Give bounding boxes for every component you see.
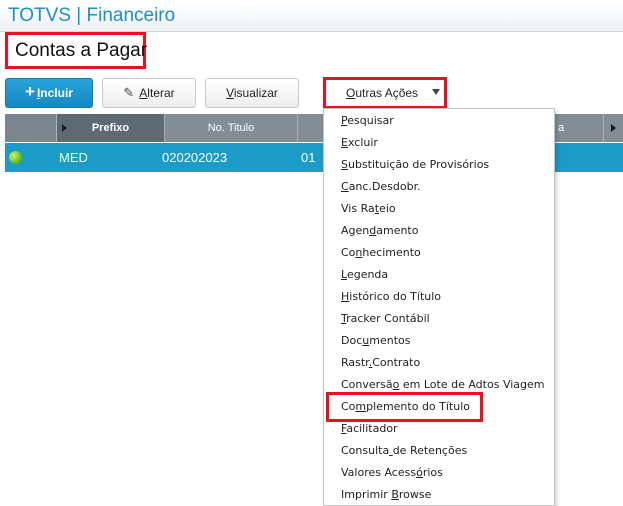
complemento-highlight [326, 392, 483, 422]
menu-item-documentos[interactable]: Documentos [341, 334, 410, 347]
cell-parcela: 01 [301, 150, 316, 165]
menu-item-vis-rateio[interactable]: Vis Rateio [341, 202, 396, 215]
page-title: Contas a Pagar [15, 40, 148, 61]
outras-acoes-button[interactable]: Outras Ações [328, 82, 442, 104]
menu-item-canc-desdobr[interactable]: Canc.Desdobr. [341, 180, 421, 193]
outras-acoes-label: Outras Ações [346, 86, 419, 100]
menu-item-consulta-retencoes[interactable]: Consulta de Retenções [341, 444, 467, 457]
arrow-right-icon [611, 124, 616, 132]
menu-item-pesquisar[interactable]: Pesquisar [341, 114, 394, 127]
menu-item-facilitador[interactable]: Facilitador [341, 422, 398, 435]
menu-item-agendamento[interactable]: Agendamento [341, 224, 418, 237]
outras-acoes-menu: Pesquisar Excluir Substituição de Provisór… [323, 108, 555, 506]
menu-item-rastr-contrato[interactable]: Rastr.Contrato [341, 356, 420, 369]
outras-acoes-highlight: Outras Ações [323, 77, 447, 109]
caret-down-icon [432, 89, 440, 95]
menu-item-conversao-lote-adtos-viagem[interactable]: Conversão em Lote de Adtos Viagem [341, 378, 545, 391]
column-header-numero-titulo[interactable]: No. Titulo [165, 114, 298, 142]
plus-icon: + [25, 82, 35, 101]
app-title: TOTVS | Financeiro [8, 5, 176, 26]
status-legend-icon [9, 151, 22, 164]
pencil-icon: ✎ [123, 85, 135, 100]
alterar-label: Alterar [139, 86, 175, 100]
incluir-label: Incluir [36, 86, 73, 100]
column-header-prefixo[interactable]: Prefixo [57, 114, 165, 142]
menu-item-conhecimento[interactable]: Conhecimento [341, 246, 421, 259]
visualizar-label: Visualizar [226, 86, 278, 100]
menu-item-historico-titulo[interactable]: Histórico do Título [341, 290, 441, 303]
alterar-button[interactable]: ✎ Alterar [102, 78, 196, 108]
menu-item-tracker-contabil[interactable]: Tracker Contábil [341, 312, 430, 325]
menu-item-legenda[interactable]: Legenda [341, 268, 388, 281]
cell-prefixo: MED [59, 150, 88, 165]
incluir-button[interactable]: + Incluir [5, 78, 93, 108]
menu-item-excluir[interactable]: Excluir [341, 136, 378, 149]
menu-item-valores-acessorios[interactable]: Valores Acessórios [341, 466, 443, 479]
menu-item-imprimir-browse[interactable]: Imprimir Browse [341, 488, 431, 501]
sort-arrow-icon [62, 124, 67, 132]
page-title-highlight: Contas a Pagar [5, 32, 148, 69]
cell-numero-titulo: 020202023 [162, 150, 228, 165]
grid-select-column [5, 114, 57, 142]
menu-item-substituicao-provisorios[interactable]: Substituição de Provisórios [341, 158, 489, 171]
column-header-clipped[interactable]: a [556, 114, 604, 142]
visualizar-button[interactable]: Visualizar [205, 78, 299, 108]
scroll-right-button[interactable] [604, 114, 623, 142]
app-header: TOTVS | Financeiro [0, 0, 623, 32]
